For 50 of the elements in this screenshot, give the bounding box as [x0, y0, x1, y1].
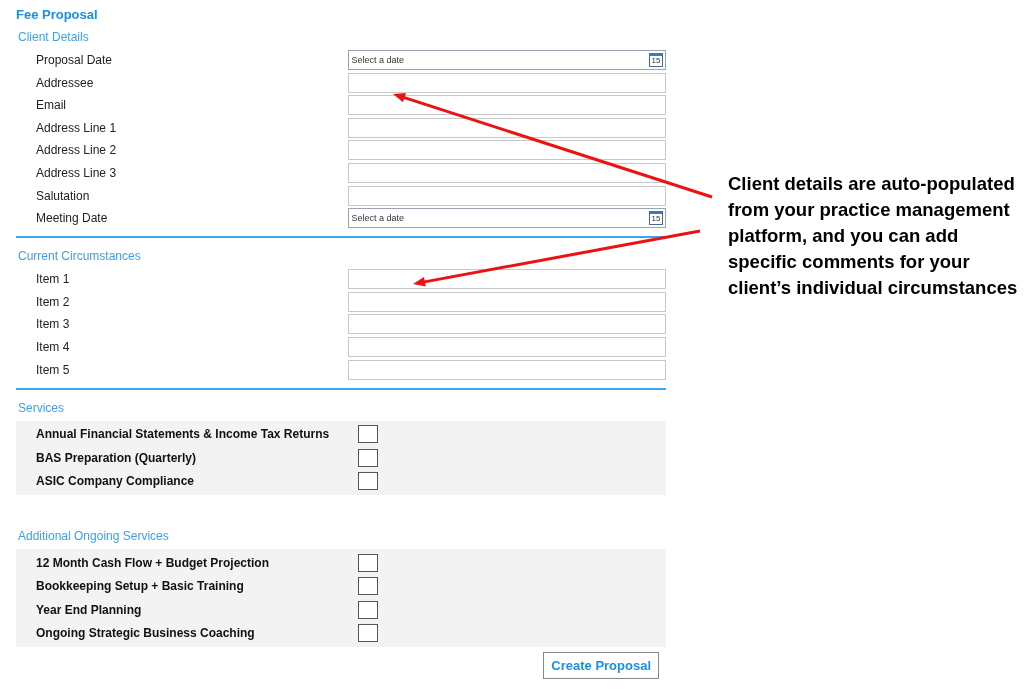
checkbox[interactable]	[358, 425, 378, 444]
input-field[interactable]	[347, 336, 666, 357]
input-field[interactable]	[347, 269, 666, 290]
checkbox[interactable]	[358, 448, 378, 467]
field-label: Address Line 2	[35, 143, 118, 158]
option-label: 12 Month Cash Flow + Budget Projection	[35, 555, 270, 570]
option-label: Ongoing Strategic Business Coaching	[35, 626, 256, 641]
section-heading: Services	[18, 400, 65, 415]
input-field[interactable]	[347, 185, 666, 206]
placeholder: Select a date	[351, 55, 405, 65]
field-label: Item 1	[35, 272, 71, 287]
field-label: Item 3	[35, 317, 71, 332]
checkbox[interactable]	[358, 472, 378, 491]
placeholder: Select a date	[351, 213, 405, 224]
callout-text: Client details are auto-populated from your practice management platform, and you can add specific comments for your client’s individual circumstances	[728, 172, 1018, 300]
field-label: Email	[35, 98, 67, 113]
input-field[interactable]	[347, 72, 666, 93]
option-label: Year End Planning	[35, 602, 143, 617]
field-label: Item 2	[35, 294, 71, 309]
input-field[interactable]	[347, 162, 666, 183]
section-heading: Client Details	[18, 30, 90, 44]
date-picker-field[interactable]: Select a date 15	[347, 50, 666, 70]
date-picker-field[interactable]: Select a date 15	[347, 208, 666, 229]
option-label: Bookkeeping Setup + Basic Training	[35, 579, 245, 594]
section-heading: Additional Ongoing Services	[18, 529, 170, 544]
checkbox[interactable]	[358, 577, 378, 596]
field-label: Proposal Date	[35, 53, 114, 67]
input-field[interactable]	[347, 359, 666, 380]
checkbox[interactable]	[358, 624, 378, 643]
option-label: ASIC Company Compliance	[35, 474, 196, 489]
checkbox[interactable]	[358, 600, 378, 619]
input-field[interactable]	[347, 291, 666, 312]
field-label: Item 5	[35, 362, 71, 377]
calendar-icon[interactable]: 15	[649, 53, 663, 67]
section-heading: Current Circumstances	[18, 249, 142, 264]
input-field[interactable]	[347, 95, 666, 116]
input-field[interactable]	[347, 140, 666, 161]
field-label: Salutation	[35, 188, 91, 203]
form-title: Fee Proposal	[16, 7, 99, 22]
checkbox[interactable]	[358, 553, 378, 572]
field-label: Addressee	[35, 75, 95, 90]
option-label: BAS Preparation (Quarterly)	[35, 450, 198, 465]
field-label: Address Line 3	[35, 165, 118, 180]
field-label: Item 4	[35, 339, 71, 354]
field-label: Address Line 1	[35, 120, 118, 135]
input-field[interactable]	[347, 117, 666, 138]
field-label: Meeting Date	[35, 211, 109, 226]
calendar-icon[interactable]: 15	[649, 211, 663, 226]
option-label: Annual Financial Statements & Income Tax Returns	[35, 427, 331, 442]
input-field[interactable]	[347, 314, 666, 335]
